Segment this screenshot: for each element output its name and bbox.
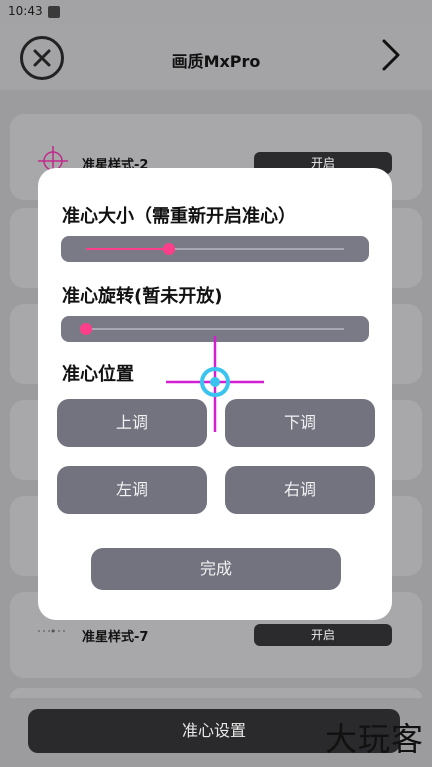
size-slider[interactable] xyxy=(61,236,369,262)
toggle-button[interactable]: 开启 xyxy=(254,624,392,646)
position-title: 准心位置 xyxy=(62,364,134,385)
watermark: 大玩客 xyxy=(324,720,424,758)
move-right-button[interactable]: 右调 xyxy=(225,466,375,514)
status-bar: 10:43 xyxy=(0,0,432,24)
crosshair-style-7-icon xyxy=(38,629,68,633)
size-title: 准心大小（需重新开启准心） xyxy=(62,206,296,227)
notification-icon xyxy=(48,6,60,18)
slider-rail xyxy=(86,328,344,330)
crosshair-preview-icon[interactable] xyxy=(166,336,264,432)
chevron-right-icon xyxy=(382,39,400,71)
slider-fill xyxy=(86,248,169,250)
page-title: 画质MxPro xyxy=(171,52,261,71)
list-item-label: 准星样式-7 xyxy=(82,630,149,645)
slider-thumb[interactable] xyxy=(80,323,92,335)
slider-thumb[interactable] xyxy=(162,243,175,255)
next-button[interactable] xyxy=(380,38,402,76)
status-time: 10:43 xyxy=(8,4,43,18)
rotate-title: 准心旋转(暂未开放) xyxy=(62,286,223,307)
list-item xyxy=(10,688,422,698)
done-button[interactable]: 完成 xyxy=(91,548,341,590)
top-bar: 画质MxPro xyxy=(0,24,432,90)
move-left-button[interactable]: 左调 xyxy=(57,466,207,514)
